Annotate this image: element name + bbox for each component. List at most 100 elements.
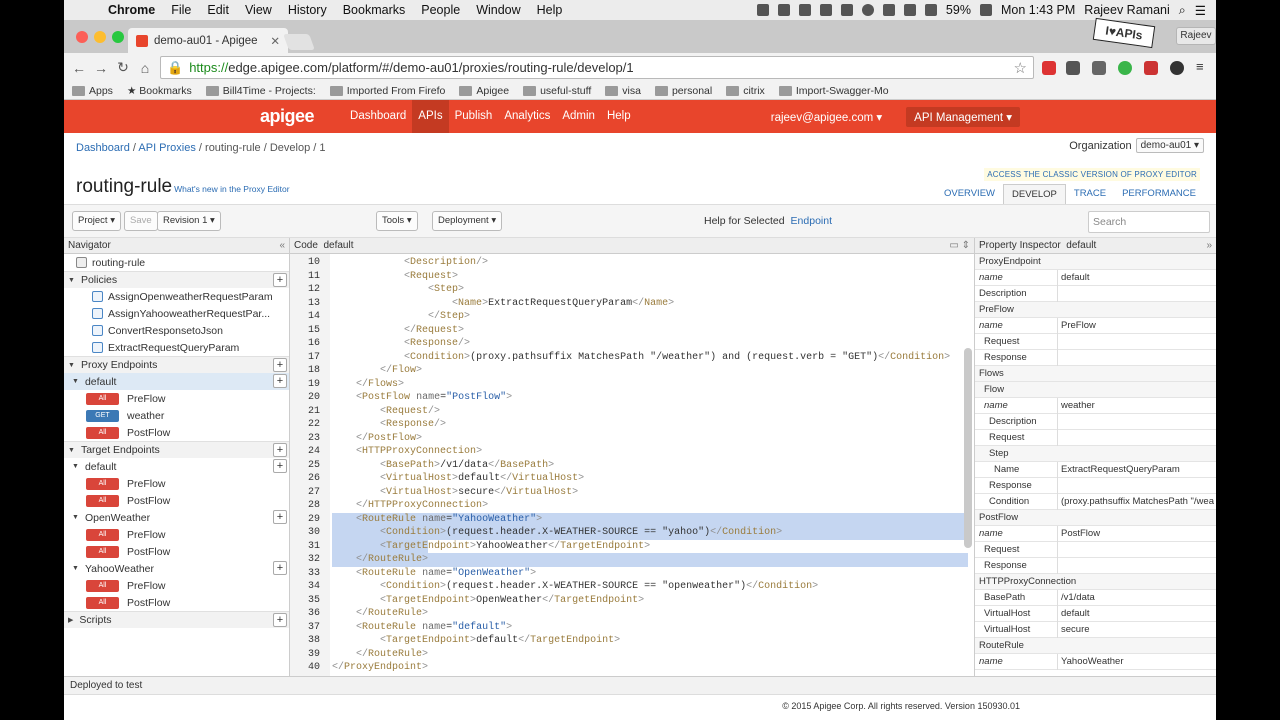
code-line[interactable]: <HTTPProxyConnection> (332, 445, 482, 459)
help-endpoint-link[interactable]: Endpoint (791, 215, 832, 227)
flow-item[interactable]: All PreFlow (64, 577, 289, 594)
code-line[interactable]: </Flow> (332, 364, 422, 378)
inspector-row[interactable]: Request (975, 429, 1216, 446)
code-line[interactable]: </ProxyEndpoint> (332, 661, 428, 675)
nav-admin[interactable]: Admin (556, 100, 601, 133)
code-line[interactable]: <Description/> (332, 256, 488, 270)
flow-item[interactable]: All PostFlow (64, 424, 289, 441)
bookmark-swagger[interactable]: Import-Swagger-Mo (778, 85, 889, 97)
bookmark-visa[interactable]: visa (605, 85, 641, 97)
menu-edit[interactable]: Edit (207, 3, 229, 17)
inspector-group[interactable]: RouteRule (975, 638, 1216, 654)
nav-analytics[interactable]: Analytics (498, 100, 556, 133)
grammarly-icon[interactable] (1118, 61, 1132, 75)
flow-item[interactable]: All PreFlow (64, 390, 289, 407)
bookmark-bookmarks[interactable]: ★ Bookmarks (127, 85, 192, 97)
collapse-icon[interactable]: « (279, 240, 285, 251)
property-value[interactable] (1057, 541, 1216, 558)
property-value[interactable] (1057, 477, 1216, 494)
property-value[interactable] (1057, 285, 1216, 302)
app-icon[interactable] (840, 4, 853, 16)
property-value[interactable]: weather (1057, 397, 1216, 414)
property-value[interactable]: PostFlow (1057, 525, 1216, 542)
nav-dashboard[interactable]: Dashboard (344, 100, 412, 133)
inspector-group[interactable]: Flow (975, 382, 1216, 398)
expand-triangle-icon[interactable]: ▼ (72, 565, 79, 572)
pocket-icon[interactable] (1066, 61, 1080, 75)
flow-item[interactable]: All PostFlow (64, 492, 289, 509)
project-button[interactable]: Project ▾ (72, 211, 121, 231)
extension-icon[interactable] (1144, 61, 1158, 75)
inspector-row[interactable]: Request (975, 333, 1216, 350)
bookmark-apps[interactable]: Apps (72, 85, 113, 97)
breadcrumb-api-proxies[interactable]: API Proxies (138, 142, 195, 154)
property-value[interactable] (1057, 333, 1216, 350)
code-line[interactable]: <PostFlow name="PostFlow"> (332, 391, 512, 405)
api-management-menu[interactable]: API Management ▾ (906, 106, 1020, 127)
add-script-button[interactable]: + (273, 613, 287, 627)
property-value[interactable] (1057, 413, 1216, 430)
inspector-row[interactable]: Response (975, 477, 1216, 494)
close-tab-icon[interactable]: ✕ (270, 34, 280, 48)
expand-triangle-icon[interactable]: ▼ (68, 277, 75, 284)
clock-icon[interactable] (861, 4, 874, 16)
inspector-row[interactable]: Description (975, 285, 1216, 302)
code-line[interactable]: <RouteRule name="OpenWeather"> (332, 567, 536, 581)
code-line[interactable]: </RouteRule> (332, 648, 428, 662)
code-line[interactable]: <VirtualHost>default</VirtualHost> (332, 472, 584, 486)
expand-triangle-icon[interactable]: ▼ (72, 378, 79, 385)
new-tab-button[interactable] (283, 34, 315, 50)
target-endpoints-section[interactable]: ▼ Target Endpoints + (64, 441, 289, 458)
inspector-group[interactable]: ProxyEndpoint (975, 254, 1216, 270)
property-value[interactable]: default (1057, 269, 1216, 286)
policy-item[interactable]: AssignYahooweatherRequestPar... (64, 305, 289, 322)
inspector-row[interactable]: Condition (proxy.pathsuffix MatchesPath "… (975, 493, 1216, 510)
code-line[interactable]: <RouteRule name="default"> (332, 621, 512, 635)
property-value[interactable]: YahooWeather (1057, 653, 1216, 670)
add-flow-button[interactable]: + (273, 561, 287, 575)
menubar-user[interactable]: Rajeev Ramani (1084, 3, 1169, 17)
code-scrollbar[interactable] (964, 348, 972, 548)
forward-icon[interactable]: → (90, 60, 112, 76)
inspector-row[interactable]: Description (975, 413, 1216, 430)
menubar-clock[interactable]: Mon 1:43 PM (1001, 3, 1075, 17)
code-line[interactable]: <TargetEndpoint>YahooWeather</TargetEndp… (332, 540, 650, 554)
code-line[interactable]: <VirtualHost>secure</VirtualHost> (332, 486, 578, 500)
menu-help[interactable]: Help (537, 3, 563, 17)
notifications-icon[interactable]: ☰ (1195, 3, 1206, 18)
code-line[interactable]: <Response/> (332, 418, 446, 432)
whats-new-link[interactable]: What's new in the Proxy Editor (174, 184, 289, 194)
extension-icon[interactable] (1042, 61, 1056, 75)
inspector-row[interactable]: Name ExtractRequestQueryParam (975, 461, 1216, 478)
breadcrumb-dashboard[interactable]: Dashboard (76, 142, 130, 154)
inspector-row[interactable]: VirtualHost default (975, 605, 1216, 622)
proxy-root-item[interactable]: routing-rule (64, 254, 289, 271)
code-line[interactable]: <Name>ExtractRequestQueryParam</Name> (332, 297, 674, 311)
tab-performance[interactable]: PERFORMANCE (1114, 184, 1204, 204)
home-icon[interactable]: ⌂ (134, 60, 156, 76)
browser-tab[interactable]: demo-au01 - Apigee ✕ (128, 28, 288, 53)
code-lines[interactable]: 10 <Description/> 11 <Request> 12 <Step> 13… (290, 254, 974, 676)
tools-button[interactable]: Tools ▾ (376, 211, 418, 231)
code-line[interactable]: </HTTPProxyConnection> (332, 499, 488, 513)
expand-triangle-icon[interactable]: ▶ (68, 616, 73, 624)
battery-percent[interactable]: 59% (946, 3, 971, 17)
tab-overview[interactable]: OVERVIEW (936, 184, 1003, 204)
expand-icon[interactable]: » (1206, 240, 1212, 251)
flow-item[interactable]: All PreFlow (64, 526, 289, 543)
policies-section[interactable]: ▼ Policies + (64, 271, 289, 288)
apigee-logo[interactable]: apigee (260, 106, 315, 127)
tab-develop[interactable]: DEVELOP (1003, 184, 1066, 204)
battery-icon[interactable] (979, 4, 992, 16)
target-endpoint-item[interactable]: ▼ default + (64, 458, 289, 475)
code-line[interactable]: <Condition>(request.header.X-WEATHER-SOU… (332, 526, 782, 540)
target-endpoint-item[interactable]: ▼ YahooWeather + (64, 560, 289, 577)
code-line[interactable]: </PostFlow> (332, 432, 422, 446)
code-line[interactable]: <TargetEndpoint>default</TargetEndpoint> (332, 634, 620, 648)
code-line[interactable]: <RouteRule name="YahooWeather"> (332, 513, 542, 527)
user-menu[interactable]: rajeev@apigee.com ▾ (771, 110, 882, 124)
close-window-icon[interactable] (76, 31, 88, 43)
add-flow-button[interactable]: + (273, 374, 287, 388)
inspector-group[interactable]: Flows (975, 366, 1216, 382)
inspector-row[interactable]: VirtualHost secure (975, 621, 1216, 638)
